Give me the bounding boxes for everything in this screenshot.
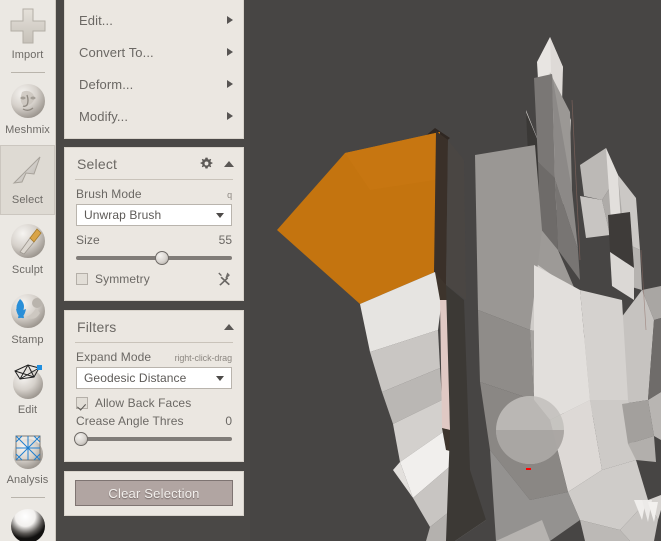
menu-item-label: Modify... bbox=[79, 108, 129, 124]
arrow-right-icon bbox=[227, 112, 233, 120]
crease-angle-slider[interactable] bbox=[73, 431, 232, 447]
arrow-right-icon bbox=[227, 16, 233, 24]
tool-label: Analysis bbox=[6, 474, 49, 486]
tool-select[interactable]: Select bbox=[0, 145, 55, 215]
tool-label: Stamp bbox=[11, 334, 44, 346]
allow-back-faces-checkbox[interactable] bbox=[76, 397, 88, 409]
tool-shaders[interactable] bbox=[0, 500, 55, 541]
tool-meshmix[interactable]: Meshmix bbox=[0, 75, 55, 145]
cursor-marker bbox=[526, 468, 531, 470]
side-panel-column: Edit... Convert To... Deform... Modify..… bbox=[56, 0, 250, 541]
menu-item-edit[interactable]: Edit... bbox=[65, 4, 243, 36]
select-panel-header[interactable]: Select bbox=[65, 148, 243, 179]
brush-mode-value: Unwrap Brush bbox=[84, 208, 162, 222]
brush-mode-row: Brush Mode q bbox=[76, 187, 232, 201]
model-render bbox=[250, 0, 661, 541]
menu-item-label: Deform... bbox=[79, 76, 134, 92]
symmetry-label: Symmetry bbox=[95, 271, 150, 286]
caret-down-icon bbox=[216, 212, 224, 218]
action-panel-body: Clear Selection bbox=[65, 472, 243, 515]
tool-sculpt[interactable]: Sculpt bbox=[0, 215, 55, 285]
allow-back-faces-row[interactable]: Allow Back Faces bbox=[76, 396, 232, 410]
caret-down-icon bbox=[216, 375, 224, 381]
arrow-right-icon bbox=[227, 80, 233, 88]
tool-label: Meshmix bbox=[5, 124, 50, 136]
select-panel-body: Brush Mode q Unwrap Brush Size 55 Symmet… bbox=[65, 180, 243, 300]
mesh-grid-sphere-icon bbox=[12, 435, 43, 469]
filters-panel: Filters Expand Mode right-click-drag Geo… bbox=[64, 310, 244, 462]
menu-item-label: Edit... bbox=[79, 12, 113, 28]
brush-sphere-icon bbox=[10, 224, 45, 258]
crease-angle-value: 0 bbox=[225, 414, 232, 428]
expand-mode-value: Geodesic Distance bbox=[84, 371, 187, 385]
wireframe-sphere-icon bbox=[12, 364, 43, 399]
application-window: Import Meshmix Select Sculpt Stamp Edit … bbox=[0, 0, 661, 541]
tool-rail[interactable]: Import Meshmix Select Sculpt Stamp Edit … bbox=[0, 0, 56, 541]
filters-panel-body: Expand Mode right-click-drag Geodesic Di… bbox=[65, 343, 243, 461]
expand-mode-hint: right-click-drag bbox=[174, 353, 233, 363]
symmetry-row[interactable]: Symmetry bbox=[76, 271, 232, 286]
menu-item-label: Convert To... bbox=[79, 44, 154, 60]
size-slider[interactable] bbox=[76, 250, 232, 266]
tool-edit[interactable]: Edit bbox=[0, 355, 55, 425]
brush-mode-label: Brush Mode bbox=[76, 187, 142, 201]
cursor-arrow-icon bbox=[12, 156, 40, 184]
tool-stamp[interactable]: Stamp bbox=[0, 285, 55, 355]
symmetry-checkbox[interactable] bbox=[76, 272, 88, 285]
menu-list: Edit... Convert To... Deform... Modify..… bbox=[65, 0, 243, 138]
slider-track bbox=[76, 437, 232, 441]
caret-up-icon[interactable] bbox=[224, 160, 234, 167]
size-value: 55 bbox=[218, 233, 232, 247]
action-panel: Clear Selection bbox=[64, 471, 244, 516]
brush-mode-hotkey: q bbox=[227, 190, 232, 200]
shader-sphere-icon bbox=[10, 509, 45, 541]
crease-angle-label: Crease Angle Thres bbox=[76, 414, 184, 428]
rail-separator bbox=[10, 497, 45, 498]
plus-icon bbox=[10, 8, 45, 44]
menu-item-modify[interactable]: Modify... bbox=[65, 100, 243, 132]
caret-up-icon[interactable] bbox=[224, 323, 234, 330]
gear-icon[interactable] bbox=[200, 157, 213, 170]
clear-selection-label: Clear Selection bbox=[108, 485, 200, 501]
tool-label: Sculpt bbox=[11, 264, 44, 276]
stamp-sphere-icon bbox=[10, 294, 45, 328]
slider-thumb[interactable] bbox=[73, 432, 88, 446]
menu-item-deform[interactable]: Deform... bbox=[65, 68, 243, 100]
3d-viewport[interactable] bbox=[250, 0, 661, 541]
expand-mode-label: Expand Mode bbox=[76, 350, 152, 364]
tool-label: Import bbox=[11, 49, 44, 61]
size-label: Size bbox=[76, 233, 100, 247]
tool-analysis[interactable]: Analysis bbox=[0, 425, 55, 495]
select-panel: Select Brush Mode q Unwrap Brush Size 55… bbox=[64, 147, 244, 301]
clear-selection-button[interactable]: Clear Selection bbox=[75, 480, 233, 506]
face-sphere-icon bbox=[10, 84, 45, 118]
brush-mode-dropdown[interactable]: Unwrap Brush bbox=[76, 204, 232, 226]
filters-panel-header[interactable]: Filters bbox=[65, 311, 243, 342]
tool-import[interactable]: Import bbox=[0, 0, 55, 70]
size-row: Size 55 bbox=[76, 233, 232, 247]
tool-label: Select bbox=[11, 194, 44, 206]
slider-thumb[interactable] bbox=[154, 251, 169, 265]
menu-panel: Edit... Convert To... Deform... Modify..… bbox=[64, 0, 244, 139]
panel-title: Filters bbox=[77, 318, 117, 335]
expand-mode-row: Expand Mode right-click-drag bbox=[76, 350, 232, 364]
arrow-right-icon bbox=[227, 48, 233, 56]
allow-back-faces-label: Allow Back Faces bbox=[95, 396, 192, 410]
tool-label: Edit bbox=[17, 404, 38, 416]
wrench-icon[interactable] bbox=[217, 271, 232, 286]
expand-mode-dropdown[interactable]: Geodesic Distance bbox=[76, 367, 232, 389]
panel-title: Select bbox=[77, 155, 118, 172]
crease-angle-row: Crease Angle Thres 0 bbox=[76, 414, 232, 428]
rail-separator bbox=[10, 72, 45, 73]
menu-item-convert-to[interactable]: Convert To... bbox=[65, 36, 243, 68]
